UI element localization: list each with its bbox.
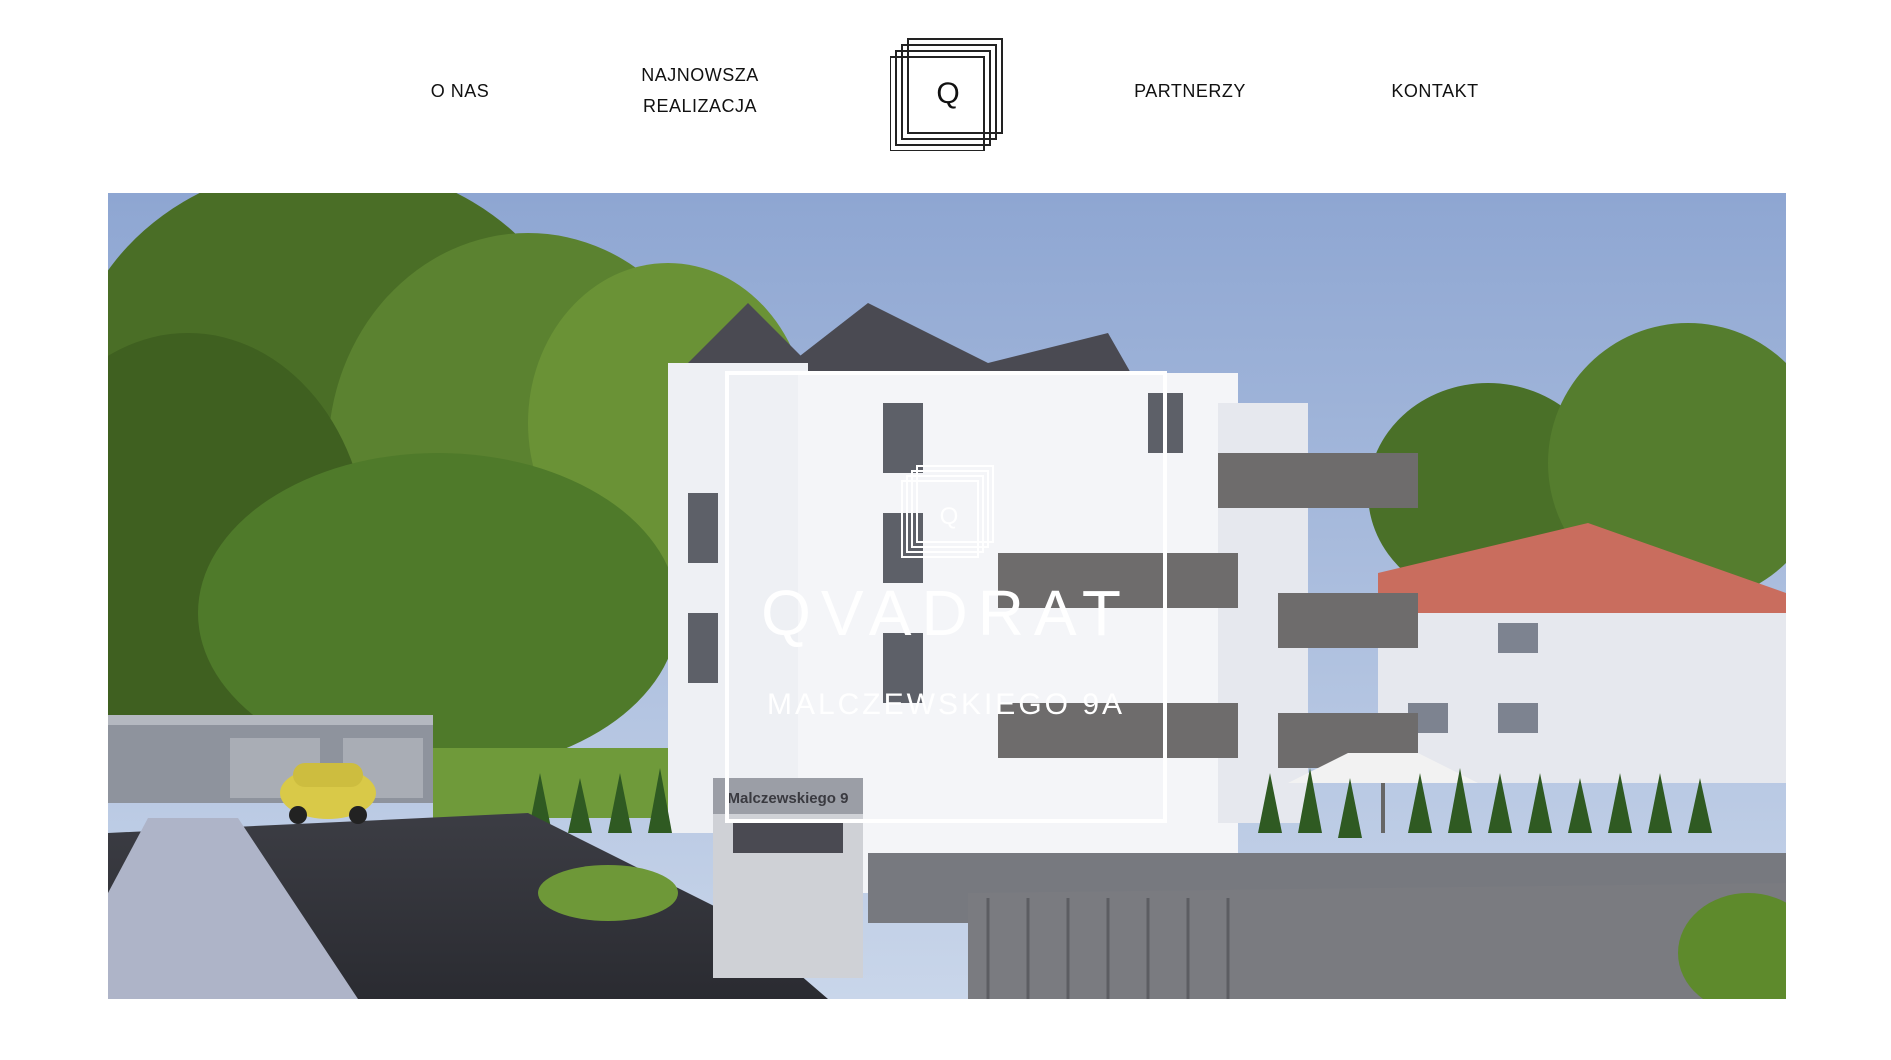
hero-logo-icon: Q (901, 465, 994, 558)
nav-link-partnerzy[interactable]: PARTNERZY (1115, 76, 1265, 107)
nav-label-line2: REALIZACJA (642, 96, 758, 116)
logo-icon: Q (889, 38, 1003, 152)
nav-link-o-nas[interactable]: O NAS (400, 76, 520, 107)
site-header: O NAS NAJNOWSZA REALIZACJA Q PARTNERZY K… (0, 0, 1891, 190)
logo[interactable]: Q (889, 37, 1004, 152)
nav-link-kontakt[interactable]: KONTAKT (1375, 76, 1495, 107)
hero-logo: Q (901, 464, 997, 560)
nav-label-line1: NAJNOWSZA (641, 65, 759, 85)
hero-subtitle: MALCZEWSKIEGO 9A (766, 688, 1126, 721)
logo-letter: Q (936, 77, 959, 110)
hero-logo-letter: Q (940, 503, 959, 530)
hero-title: QVADRAT (761, 577, 1131, 649)
hero-banner: Malczewskiego 9 Q QVADRAT MALCZEWSKIEGO … (108, 193, 1786, 999)
nav-link-najnowsza-realizacja[interactable]: NAJNOWSZA REALIZACJA (610, 60, 790, 122)
